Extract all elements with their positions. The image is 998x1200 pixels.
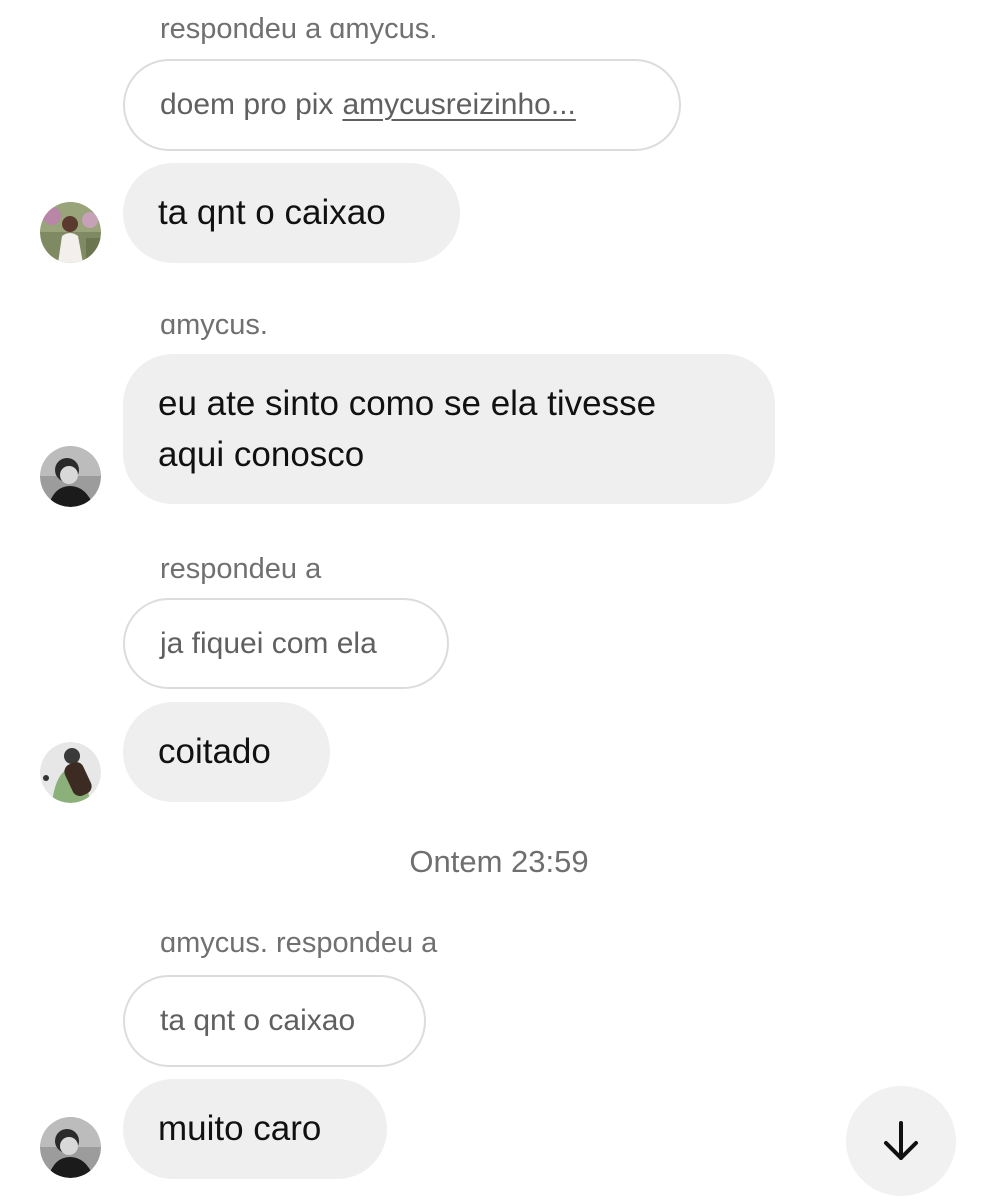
quoted-text: doem pro pix xyxy=(160,88,334,121)
avatar-photo-woman xyxy=(40,202,101,263)
quoted-text: ja fiquei com ela xyxy=(160,626,377,660)
avatar[interactable] xyxy=(40,202,101,263)
scroll-to-bottom-button[interactable] xyxy=(846,1086,956,1196)
reply-label-text: respondeu a xyxy=(160,553,322,585)
quoted-message[interactable]: ja fiquei com ela xyxy=(123,598,449,689)
reply-label: ɑmycus. respondeu a xyxy=(160,929,437,958)
reply-label: respondeu a xyxy=(160,555,321,584)
message-text: ta qnt o caixao xyxy=(158,193,386,232)
quoted-message[interactable]: ta qnt o caixao xyxy=(123,975,426,1067)
avatar-photo-man xyxy=(40,446,101,507)
avatar[interactable] xyxy=(40,742,101,803)
avatar-photo-man xyxy=(40,1117,101,1178)
sender-name: ɑmycus. xyxy=(160,311,268,340)
message-bubble[interactable]: muito caro xyxy=(123,1079,387,1179)
message-text: muito caro xyxy=(158,1109,322,1148)
message-bubble[interactable]: eu ate sinto como se ela tivesse aqui co… xyxy=(123,354,775,504)
quoted-link[interactable]: amycusreizinho... xyxy=(342,88,575,122)
avatar[interactable] xyxy=(40,1117,101,1178)
timestamp-divider: Ontem 23:59 xyxy=(0,844,998,880)
message-bubble[interactable]: coitado xyxy=(123,702,330,802)
quoted-text: ta qnt o caixao xyxy=(160,1004,356,1037)
arrow-down-icon xyxy=(884,1121,918,1160)
message-bubble[interactable]: ta qnt o caixao xyxy=(123,163,460,263)
sender-name-text: ɑmycus. xyxy=(160,309,268,341)
message-text: eu ate sinto como se ela tivesse aqui co… xyxy=(158,384,657,474)
avatar[interactable] xyxy=(40,446,101,507)
reply-label-text: respondeu a ɑmycus. xyxy=(160,13,438,45)
reply-label-text: ɑmycus. respondeu a xyxy=(160,927,438,959)
avatar-photo-guitar xyxy=(40,742,101,803)
reply-label: respondeu a ɑmycus. xyxy=(160,15,437,44)
timestamp-text: Ontem 23:59 xyxy=(409,844,589,879)
quoted-message[interactable]: doem pro pix amycusreizinho... xyxy=(123,59,681,151)
message-text: coitado xyxy=(158,732,271,771)
